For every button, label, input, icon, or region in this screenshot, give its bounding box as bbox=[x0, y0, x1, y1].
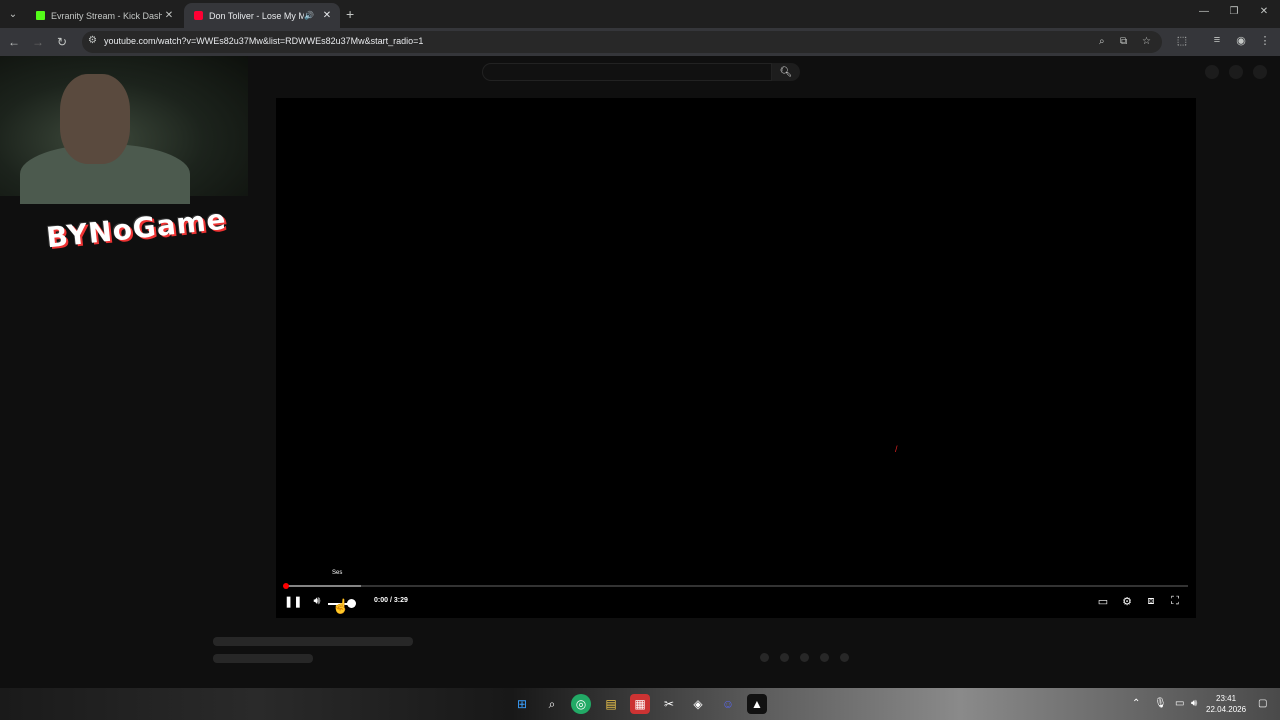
site-info-icon[interactable]: ⚙ bbox=[88, 35, 97, 46]
clock-date: 22.04.2026 bbox=[1206, 705, 1247, 714]
chrome-icon[interactable]: ◎ bbox=[571, 694, 591, 714]
minimize-icon[interactable]: — bbox=[1194, 6, 1214, 17]
microphone-icon[interactable]: 🎙︎ bbox=[1154, 698, 1167, 709]
action-placeholder bbox=[800, 653, 809, 662]
menu-kebab-icon[interactable]: ⋮ bbox=[1257, 34, 1273, 47]
search-button[interactable]: 🔍︎ bbox=[772, 63, 800, 81]
volume-icon[interactable]: 🔊︎ bbox=[1191, 698, 1197, 709]
bookmark-star-icon[interactable]: ☆ bbox=[1142, 36, 1151, 47]
youtube-favicon-icon bbox=[194, 11, 203, 20]
miniplayer-icon[interactable]: ⧈ bbox=[1144, 595, 1158, 608]
loading-indicator: / bbox=[895, 444, 898, 454]
time-display: 0:00 / 3:29 bbox=[374, 597, 408, 604]
chevron-up-icon[interactable]: ⌃ bbox=[1132, 698, 1140, 709]
subtitles-icon[interactable]: ▭ bbox=[1096, 595, 1110, 608]
discord-icon[interactable]: ☺ bbox=[718, 694, 738, 714]
action-placeholder bbox=[820, 653, 829, 662]
action-placeholder bbox=[780, 653, 789, 662]
clock-time: 23:41 bbox=[1216, 694, 1237, 703]
time-current: 0:00 bbox=[374, 597, 389, 604]
close-icon[interactable]: ✕ bbox=[320, 10, 334, 21]
audio-playing-icon[interactable]: 🔊 bbox=[304, 11, 314, 20]
address-bar[interactable]: ⚙ youtube.com/watch?v=WWEs82u37Mw&list=R… bbox=[82, 31, 1162, 53]
app-icon[interactable]: ▲ bbox=[747, 694, 767, 714]
media-controls-icon[interactable]: ≡ bbox=[1209, 34, 1225, 46]
new-tab-button[interactable]: + bbox=[346, 6, 354, 22]
capcut-icon[interactable]: ✂ bbox=[659, 694, 679, 714]
extensions-icon[interactable]: ⬚ bbox=[1174, 34, 1190, 47]
action-placeholder bbox=[760, 653, 769, 662]
tab-title: Evranity Stream - Kick Dashboard bbox=[51, 10, 162, 21]
forward-arrow-icon[interactable]: → bbox=[30, 35, 46, 49]
profile-icon[interactable]: ◉ bbox=[1233, 34, 1249, 47]
avatar[interactable] bbox=[1253, 65, 1267, 79]
url-text[interactable]: youtube.com/watch?v=WWEs82u37Mw&list=RDW… bbox=[104, 36, 423, 46]
video-player[interactable]: / Ses ❚❚ 🔊︎ 0:00 / 3:29 ☝ ▭ ⚙ ⧈ ⛶ bbox=[276, 98, 1196, 618]
search-icon[interactable]: ⌕ bbox=[542, 694, 562, 714]
time-total: 3:29 bbox=[393, 597, 408, 604]
browser-toolbar: ← → ↻ ⚙ youtube.com/watch?v=WWEs82u37Mw&… bbox=[0, 28, 1280, 56]
notifications-icon[interactable] bbox=[1229, 65, 1243, 79]
subtitle-placeholder bbox=[213, 654, 313, 663]
file-explorer-icon[interactable]: ▤ bbox=[601, 694, 621, 714]
logo-text: BYNoGame bbox=[44, 202, 229, 255]
app-icon[interactable]: ▦ bbox=[630, 694, 650, 714]
tab-strip: ⌄ Evranity Stream - Kick Dashboard ✕ Don… bbox=[0, 0, 1280, 28]
network-icon[interactable]: ▭ bbox=[1175, 698, 1184, 709]
webcam-person-head bbox=[60, 74, 130, 164]
reload-icon[interactable]: ↻ bbox=[54, 35, 70, 49]
close-icon[interactable]: ✕ bbox=[162, 10, 176, 21]
action-placeholder bbox=[840, 653, 849, 662]
notifications-icon[interactable]: ▢ bbox=[1258, 698, 1267, 709]
windows-start-icon[interactable]: ⊞ bbox=[512, 694, 532, 714]
scrubber-handle[interactable] bbox=[283, 583, 289, 589]
install-app-icon[interactable]: ⧉ bbox=[1120, 36, 1127, 47]
search-icon: 🔍︎ bbox=[779, 66, 793, 78]
app-icon[interactable]: ◈ bbox=[688, 694, 708, 714]
tab-kick-dashboard[interactable]: Evranity Stream - Kick Dashboard ✕ bbox=[26, 3, 182, 28]
chevron-down-icon: ⌄ bbox=[8, 8, 18, 20]
kick-favicon-icon bbox=[36, 11, 45, 20]
mouse-cursor-icon: ☝ bbox=[332, 598, 350, 614]
webcam-overlay bbox=[0, 56, 248, 204]
pause-icon[interactable]: ❚❚ bbox=[284, 595, 302, 608]
buffer-bar bbox=[284, 585, 361, 587]
system-clock[interactable]: 23:41 22.04.2026 bbox=[1206, 693, 1246, 715]
back-arrow-icon[interactable]: ← bbox=[6, 35, 22, 49]
volume-icon[interactable]: 🔊︎ bbox=[310, 595, 324, 608]
settings-gear-icon[interactable]: ⚙ bbox=[1120, 595, 1134, 608]
progress-bar[interactable] bbox=[284, 585, 1188, 587]
volume-tooltip: Ses bbox=[332, 570, 343, 576]
title-placeholder bbox=[213, 637, 413, 646]
search-input[interactable] bbox=[482, 63, 772, 81]
window-close-icon[interactable]: ✕ bbox=[1254, 6, 1274, 17]
restore-icon[interactable]: ❐ bbox=[1224, 6, 1244, 17]
tab-search-button[interactable]: ⌄ bbox=[4, 5, 22, 23]
tab-title: Don Toliver - Lose My Mind bbox=[209, 10, 305, 21]
tab-youtube-video[interactable]: Don Toliver - Lose My Mind 🔊 ✕ bbox=[184, 3, 340, 28]
zoom-icon[interactable]: ⌕ bbox=[1099, 36, 1105, 47]
windows-taskbar: ⊞ ⌕ ◎ ▤ ▦ ✂ ◈ ☺ ▲ ⌃ 🎙︎ ▭ 🔊︎ 23:41 22.04.… bbox=[0, 688, 1280, 720]
create-icon[interactable] bbox=[1205, 65, 1219, 79]
channel-logo: BYNoGame bbox=[16, 203, 228, 284]
fullscreen-icon[interactable]: ⛶ bbox=[1168, 595, 1182, 608]
